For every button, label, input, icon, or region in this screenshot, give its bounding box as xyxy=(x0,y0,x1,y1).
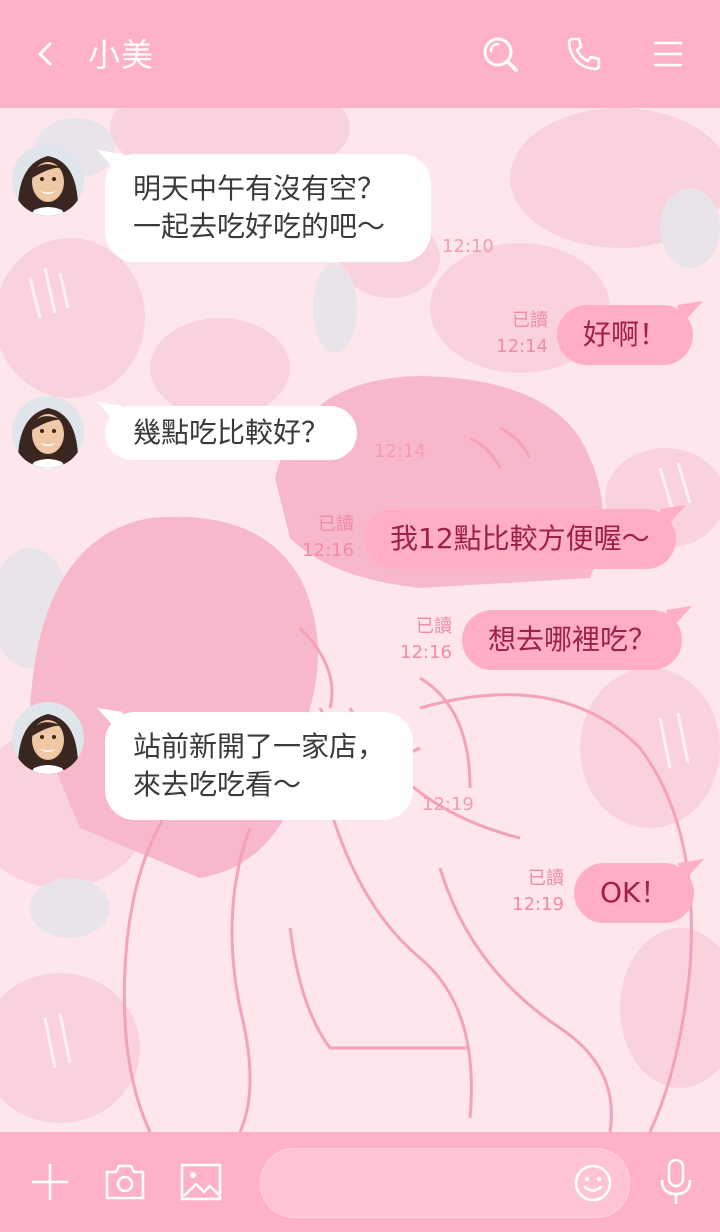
message-text: 我12點比較方便喔～ xyxy=(390,522,650,555)
message-text: 好啊！ xyxy=(583,318,668,351)
message-bubble-outgoing[interactable]: 我12點比較方便喔～ xyxy=(364,505,686,569)
chat-header: 小美 xyxy=(0,0,720,108)
avatar[interactable] xyxy=(12,396,84,468)
avatar-photo xyxy=(12,396,84,468)
chat-input-bar xyxy=(0,1132,720,1232)
message-text: 站前新開了一家店， xyxy=(133,730,386,763)
menu-icon[interactable] xyxy=(648,34,688,74)
back-icon[interactable] xyxy=(28,34,68,74)
message-text: 明天中午有沒有空？ xyxy=(133,172,386,205)
bubble-tail xyxy=(659,505,686,527)
message-time: 12:14 xyxy=(496,336,548,357)
message-meta: 已讀 12:16 xyxy=(392,614,452,666)
message-bubble-incoming[interactable]: 明天中午有沒有空？ 一起去吃好吃的吧～ xyxy=(97,150,431,262)
emoji-icon[interactable] xyxy=(573,1163,613,1203)
bubble-tail xyxy=(677,301,704,323)
message-meta: 已讀 12:14 xyxy=(488,308,548,360)
bubble-tail xyxy=(678,859,705,881)
message-bubble-incoming[interactable]: 幾點吃比較好？ xyxy=(97,402,358,460)
bubble-tail xyxy=(97,150,123,172)
message-bubble-outgoing[interactable]: OK！ xyxy=(574,859,705,923)
message-text: 幾點吃比較好？ xyxy=(133,416,330,449)
message-time: 12:14 xyxy=(374,441,426,462)
message-input[interactable] xyxy=(260,1148,630,1218)
message-meta: 已讀 12:19 xyxy=(504,866,564,918)
chat-area[interactable]: 明天中午有沒有空？ 一起去吃好吃的吧～ 12:10 已讀 12:14 好啊！ 幾… xyxy=(0,108,720,1132)
message-bubble-outgoing[interactable]: 好啊！ xyxy=(557,301,704,365)
message-time: 12:16 xyxy=(302,540,354,561)
message-text: 一起去吃好吃的吧～ xyxy=(133,210,386,243)
bubble-tail xyxy=(97,402,123,424)
message-text: OK！ xyxy=(600,876,669,909)
avatar-photo xyxy=(12,144,84,216)
avatar-photo xyxy=(12,702,84,774)
bubble-tail xyxy=(97,708,123,730)
message-time: 12:19 xyxy=(512,894,564,915)
plus-icon[interactable] xyxy=(30,1162,70,1202)
search-icon[interactable] xyxy=(480,34,520,74)
image-icon[interactable] xyxy=(180,1162,222,1202)
read-status: 已讀 xyxy=(416,616,452,637)
read-status: 已讀 xyxy=(528,868,564,889)
message-meta: 已讀 12:16 xyxy=(294,512,354,564)
phone-icon[interactable] xyxy=(564,34,604,74)
message-text: 想去哪裡吃？ xyxy=(488,623,657,656)
message-time: 12:16 xyxy=(400,642,452,663)
read-status: 已讀 xyxy=(512,310,548,331)
bubble-tail xyxy=(666,606,693,628)
message-bubble-outgoing[interactable]: 想去哪裡吃？ xyxy=(462,606,693,670)
mic-icon[interactable] xyxy=(656,1158,696,1206)
avatar[interactable] xyxy=(12,144,84,216)
camera-icon[interactable] xyxy=(104,1162,146,1202)
avatar[interactable] xyxy=(12,702,84,774)
chat-title: 小美 xyxy=(88,36,155,74)
read-status: 已讀 xyxy=(318,514,354,535)
message-bubble-incoming[interactable]: 站前新開了一家店， 來去吃吃看～ xyxy=(97,708,413,820)
message-text: 來去吃吃看～ xyxy=(133,768,302,801)
message-time: 12:10 xyxy=(442,236,494,257)
message-time: 12:19 xyxy=(422,794,474,815)
